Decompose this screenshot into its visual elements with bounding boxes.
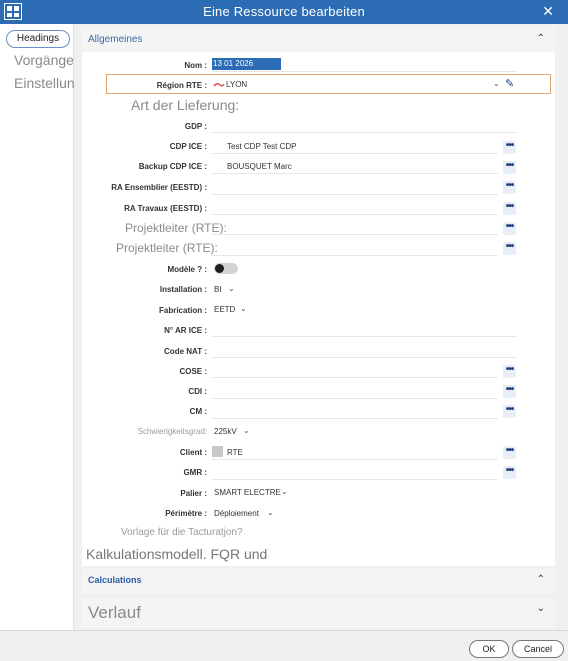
installation-label: Installation : [159, 285, 207, 294]
client-ellipsis-button[interactable]: ••• [503, 446, 516, 459]
cose-underline [212, 377, 498, 378]
kalkulation-label: Kalkulationsmodell. FQR und [86, 546, 268, 562]
name-input[interactable]: 13 01 2026 [212, 58, 281, 70]
chevron-up-icon[interactable]: ⌃ [537, 574, 545, 585]
palier-label: Palier : [180, 489, 207, 498]
gmr-ellipsis-button[interactable]: ••• [503, 466, 516, 479]
rte-logo-icon [213, 82, 225, 87]
cdp-ice-underline [212, 153, 498, 154]
cdi-label: CDI : [188, 387, 207, 396]
ra-travaux-ellipsis-button[interactable]: ••• [503, 202, 516, 215]
chevron-down-icon[interactable]: ⌄ [243, 426, 250, 435]
chevron-down-icon[interactable]: ⌄ [240, 304, 247, 313]
cdp-ice-label: CDP ICE : [169, 142, 207, 151]
chevron-down-icon[interactable]: ⌄ [281, 487, 288, 496]
fabrication-select[interactable]: EETD [214, 305, 235, 314]
sidebar: Headings Vorgänge Einstellungen [0, 24, 98, 630]
title-bar: Eine Ressource bearbeiten ✕ [0, 0, 568, 24]
projektleiter-1-ellipsis-button[interactable]: ••• [503, 222, 516, 235]
section-title-general: Allgemeines [88, 34, 143, 45]
gmr-underline [212, 479, 498, 480]
section-title-calculations: Calculations [88, 575, 142, 585]
modele-label: Modèle ? : [167, 265, 207, 274]
cdp-ice-ellipsis-button[interactable]: ••• [503, 141, 516, 154]
sidebar-item-vorgaenge[interactable]: Vorgänge [14, 52, 74, 68]
name-label: Nom : [184, 61, 207, 70]
section-header-calculations[interactable]: Calculations ⌃ [82, 569, 555, 593]
palier-select[interactable]: SMART ELECTRE [214, 488, 281, 497]
perimetre-select[interactable]: Déploiement [214, 509, 259, 518]
name-underline [212, 71, 517, 72]
backup-cdp-ice-label: Backup CDP ICE : [138, 162, 207, 171]
fabrication-label: Fabrication : [158, 306, 207, 315]
close-icon[interactable]: ✕ [542, 3, 554, 20]
schwierigkeitsgrad-select[interactable]: 225kV [214, 427, 237, 436]
toggle-knob [215, 264, 224, 273]
cm-label: CM : [189, 407, 207, 416]
section-header-general[interactable]: Allgemeines ⌃ [82, 28, 555, 52]
ok-button[interactable]: OK [469, 640, 509, 658]
ra-travaux-label: RA Travaux (EESTD) : [124, 204, 207, 213]
section-header-history[interactable]: Verlauf ⌄ [82, 598, 555, 628]
client-label: Client : [179, 448, 207, 457]
projektleiter-label-1: Projektleiter (RTE): [125, 221, 227, 235]
perimetre-label: Périmètre : [165, 509, 207, 518]
pencil-icon[interactable]: ✎ [505, 77, 514, 90]
region-label: Région RTE : [156, 81, 207, 90]
headings-button[interactable]: Headings [6, 30, 70, 48]
client-underline [212, 459, 498, 460]
cm-ellipsis-button[interactable]: ••• [503, 405, 516, 418]
projektleiter-1-underline [212, 234, 498, 235]
window-title: Eine Ressource bearbeiten [203, 4, 365, 19]
projektleiter-label-2: Projektleiter (RTE): [116, 241, 218, 255]
cdi-underline [212, 398, 498, 399]
code-nat-input[interactable] [212, 357, 517, 358]
client-avatar [212, 446, 223, 457]
cm-underline [212, 418, 498, 419]
installation-select[interactable]: BI [214, 285, 222, 294]
cdp-ice-value: Test CDP Test CDP [227, 142, 297, 151]
section-title-history: Verlauf [88, 603, 141, 622]
cdi-ellipsis-button[interactable]: ••• [503, 385, 516, 398]
cose-label: COSE : [179, 367, 207, 376]
n-ar-ice-input[interactable] [212, 336, 517, 337]
backup-cdp-ice-underline [212, 173, 498, 174]
chevron-down-icon[interactable]: ⌄ [267, 508, 274, 517]
cose-ellipsis-button[interactable]: ••• [503, 365, 516, 378]
projektleiter-2-underline [212, 255, 498, 256]
modele-toggle[interactable] [214, 263, 238, 274]
code-nat-label: Code NAT : [164, 347, 207, 356]
gdp-input[interactable] [212, 132, 517, 133]
ra-travaux-underline [212, 214, 498, 215]
chevron-down-icon[interactable]: ⌄ [537, 603, 545, 614]
chevron-up-icon[interactable]: ⌃ [537, 33, 545, 44]
ra-ensemblier-label: RA Ensemblier (EESTD) : [111, 183, 207, 192]
delivery-type-heading: Art der Lieferung: [131, 97, 240, 113]
projektleiter-2-ellipsis-button[interactable]: ••• [503, 242, 516, 255]
region-value: LYON [226, 80, 248, 89]
n-ar-ice-label: N° AR ICE : [164, 326, 207, 335]
schwierigkeitsgrad-label: Schwierigkeitsgrad: [137, 427, 207, 436]
gdp-label: GDP : [184, 122, 207, 131]
ra-ensemblier-underline [212, 194, 498, 195]
cancel-button[interactable]: Cancel [512, 640, 564, 658]
chevron-down-icon[interactable]: ⌄ [493, 79, 500, 88]
backup-cdp-ice-ellipsis-button[interactable]: ••• [503, 161, 516, 174]
client-value: RTE [227, 448, 243, 457]
backup-cdp-ice-value: BOUSQUET Marc [227, 162, 292, 171]
ra-ensemblier-ellipsis-button[interactable]: ••• [503, 181, 516, 194]
chevron-down-icon[interactable]: ⌄ [228, 284, 235, 293]
vorlage-label: Vorlage für die Tacturatjon? [121, 527, 243, 538]
dialog-footer: OK Cancel [0, 630, 568, 661]
gmr-label: GMR : [183, 468, 207, 477]
